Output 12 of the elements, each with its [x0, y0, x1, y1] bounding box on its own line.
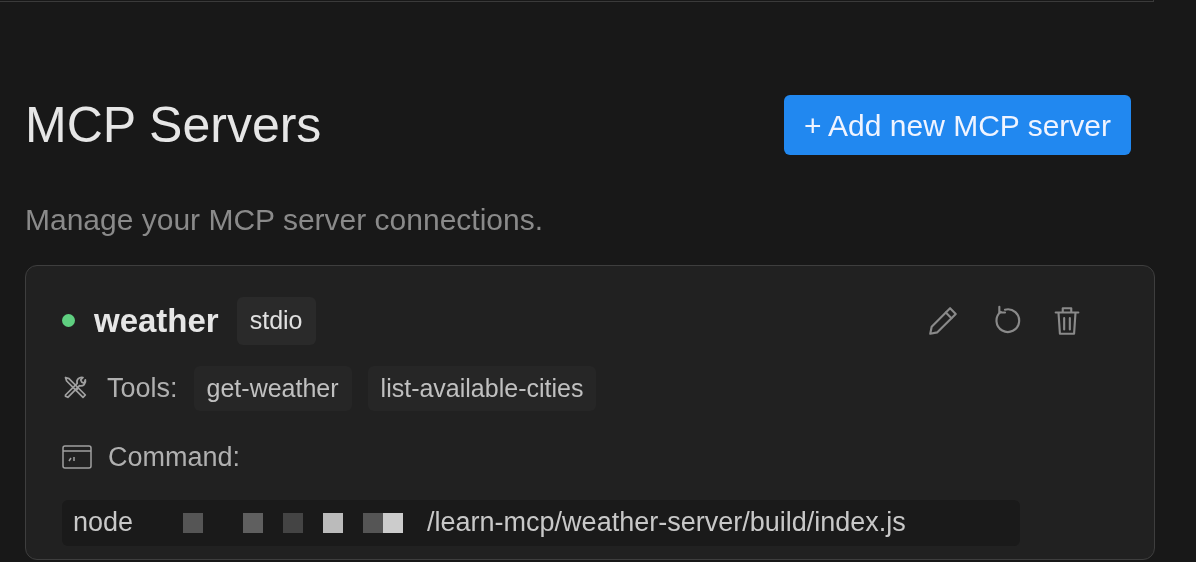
- terminal-icon: [62, 444, 92, 471]
- add-server-button[interactable]: + Add new MCP server: [783, 95, 1131, 155]
- command-path: /learn-mcp/weather-server/build/index.js: [427, 506, 906, 540]
- command-program: node: [73, 506, 134, 540]
- page-title: MCP Servers: [25, 100, 322, 150]
- server-name: weather: [94, 301, 219, 341]
- tools-label: Tools:: [107, 372, 178, 405]
- page-subtitle: Manage your MCP server connections.: [25, 202, 545, 238]
- command-label: Command:: [108, 441, 241, 474]
- transport-badge: stdio: [236, 297, 316, 345]
- tool-tag: list-available-cities: [367, 365, 597, 411]
- tool-tag: get-weather: [193, 365, 352, 411]
